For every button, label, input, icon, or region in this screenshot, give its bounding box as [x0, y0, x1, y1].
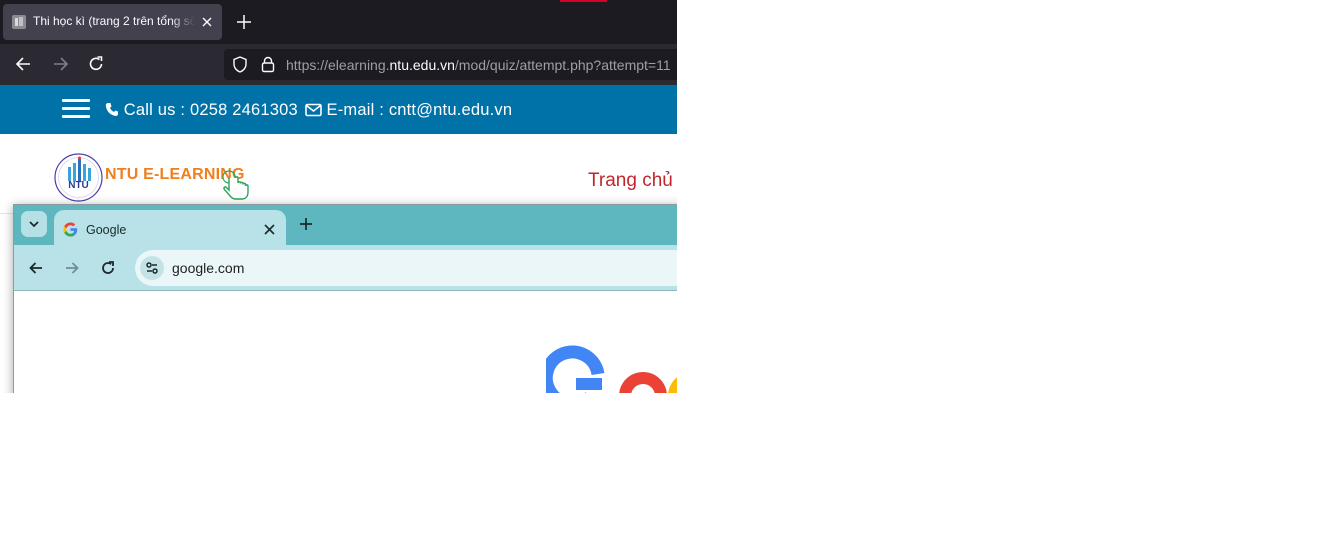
google-logo-icon[interactable] — [546, 344, 677, 393]
reload-icon[interactable] — [86, 54, 106, 74]
firefox-tab-title: Thi học kì (trang 2 trên tổng số — [33, 14, 195, 28]
new-tab-icon[interactable] — [234, 12, 254, 32]
chrome-url-text: google.com — [172, 260, 245, 276]
chrome-page-content — [14, 292, 677, 393]
chrome-tab-strip: Google — [14, 205, 677, 245]
logo-text: NTU — [68, 180, 89, 191]
pointing-hand-icon — [222, 170, 249, 200]
contact-info: Call us : 0258 2461303 E-mail : cntt@ntu… — [105, 101, 512, 120]
reload-icon[interactable] — [99, 259, 117, 277]
tune-icon — [146, 262, 158, 274]
chrome-tab-google[interactable]: Google — [54, 210, 286, 245]
chrome-omnibox[interactable]: google.com — [135, 250, 677, 286]
container-accent-line — [560, 0, 607, 2]
lock-icon[interactable] — [261, 56, 275, 73]
chrome-tab-title: Google — [86, 223, 127, 237]
tab-search-button[interactable] — [21, 211, 47, 237]
back-arrow-icon[interactable] — [27, 259, 45, 277]
site-brand-bar: NTU NTU E-LEARNING Trang chủ — [0, 134, 677, 214]
phone-icon — [105, 103, 118, 116]
tracking-shield-icon[interactable] — [232, 56, 248, 73]
firefox-tab-bar: Thi học kì (trang 2 trên tổng số — [0, 0, 677, 44]
close-tab-icon[interactable] — [200, 15, 214, 29]
close-tab-icon[interactable] — [263, 223, 276, 236]
site-settings-button[interactable] — [140, 256, 164, 280]
ntu-logo-icon[interactable]: NTU — [54, 153, 103, 202]
nav-home-link[interactable]: Trang chủ — [588, 170, 673, 192]
page-favicon-icon — [12, 15, 26, 29]
back-arrow-icon[interactable] — [14, 54, 34, 74]
hamburger-menu-icon[interactable] — [62, 99, 90, 121]
envelope-icon — [304, 103, 322, 117]
firefox-nav-bar: https://elearning.ntu.edu.vn/mod/quiz/at… — [0, 44, 677, 85]
chrome-window: Google google.com — [13, 204, 677, 393]
contact-email: E-mail : cntt@ntu.edu.vn — [326, 101, 513, 119]
google-favicon-icon — [63, 222, 78, 237]
firefox-url-text: https://elearning.ntu.edu.vn/mod/quiz/at… — [286, 57, 671, 73]
chevron-down-icon — [29, 221, 39, 228]
forward-arrow-icon[interactable] — [63, 259, 81, 277]
chrome-toolbar: google.com — [14, 245, 677, 291]
contact-phone: Call us : 0258 2461303 — [123, 101, 298, 119]
site-contact-bar: Call us : 0258 2461303 E-mail : cntt@ntu… — [0, 85, 677, 134]
forward-arrow-icon[interactable] — [50, 54, 70, 74]
screenshot-region: Thi học kì (trang 2 trên tổng số https:/… — [0, 0, 677, 393]
firefox-url-bar[interactable]: https://elearning.ntu.edu.vn/mod/quiz/at… — [224, 49, 677, 80]
firefox-tab-active[interactable]: Thi học kì (trang 2 trên tổng số — [3, 4, 222, 40]
new-tab-icon[interactable] — [298, 216, 314, 232]
